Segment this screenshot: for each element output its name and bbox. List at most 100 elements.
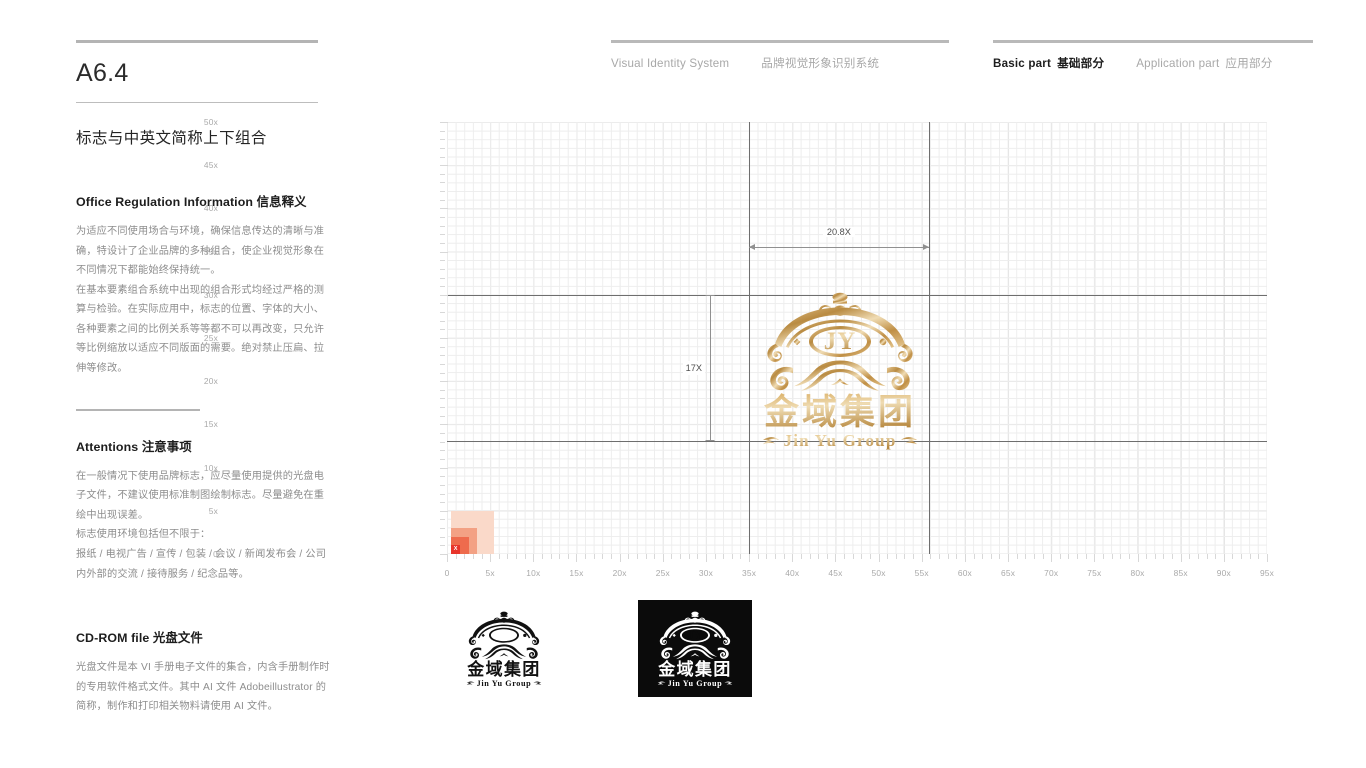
paragraph: 在一般情况下使用品牌标志，应尽量使用提供的光盘电子文件，不建议使用标准制图绘制标… [76, 470, 325, 521]
block-body: 光盘文件是本 VI 手册电子文件的集合，内含手册制作时的专用软件格式文件。其中 … [76, 658, 332, 717]
x-axis-tick [524, 554, 526, 559]
x-axis-tick-label: 90x [1216, 568, 1231, 578]
x-axis-tick [490, 554, 492, 562]
y-axis-tick [440, 363, 445, 365]
dimension-cap-bottom [705, 440, 715, 442]
logo-monogram: JY [688, 628, 703, 642]
y-axis-tick [440, 484, 445, 486]
y-axis-tick [440, 346, 445, 348]
logo-wordmark-en: Jin Yu Group [784, 431, 896, 450]
x-axis-tick-label: 0 [444, 568, 450, 578]
x-axis-tick [1206, 554, 1208, 559]
x-axis-tick [1042, 554, 1044, 559]
x-axis-tick [1033, 554, 1035, 559]
x-axis-tick [541, 554, 543, 559]
dimension-width-20-8x: 20.8X [749, 227, 929, 252]
y-axis-tick [440, 217, 445, 219]
x-axis-tick [1068, 554, 1070, 559]
x-axis-tick [956, 554, 958, 559]
x-axis-tick [913, 554, 915, 559]
y-axis-tick-label: 25x [203, 333, 218, 343]
x-axis-tick [680, 554, 682, 559]
paragraph: 光盘文件是本 VI 手册电子文件的集合，内含手册制作时的专用软件格式文件。其中 … [76, 662, 330, 713]
tab-basic-part-cn: 基础部分 [1057, 57, 1105, 70]
y-axis-tick [440, 208, 448, 210]
x-axis-tick [947, 554, 949, 559]
x-axis-tick [1180, 554, 1182, 562]
y-axis-tick [440, 147, 445, 149]
x-axis-tick [705, 554, 707, 562]
x-axis-tick [533, 554, 535, 562]
y-axis-tick [440, 502, 445, 504]
x-axis-tick-label: 60x [957, 568, 972, 578]
logo-wordmark-en: Jin Yu Group [477, 679, 532, 688]
logo-monogram: JY [824, 328, 857, 355]
x-axis-tick [775, 554, 776, 559]
x-axis-tick [826, 554, 828, 559]
logo-mono-reversed: 金域集团 Jin Yu Group JY [638, 600, 752, 697]
block-heading-cn: 光盘文件 [152, 631, 203, 646]
tab-application-part[interactable]: Application part 应用部分 [1136, 55, 1272, 71]
block-cdrom-file: CD-ROM file 光盘文件 光盘文件是本 VI 手册电子文件的集合，内含手… [76, 628, 332, 717]
vi-manual-page: A6.4 标志与中英文简称上下组合 Office Regulation Info… [0, 0, 1366, 768]
y-axis-tick [440, 312, 445, 314]
x-axis-tick [593, 554, 595, 559]
x-axis-tick [723, 554, 725, 559]
x-axis-tick [1120, 554, 1122, 559]
y-axis-tick [440, 355, 445, 357]
x-axis-tick [1249, 554, 1251, 559]
block-heading-cn: 注意事项 [141, 439, 192, 454]
x-axis-tick-label: 35x [742, 568, 757, 578]
dimension-arrow-left [749, 244, 756, 250]
nav-visual-identity-system-cn[interactable]: 品牌视觉形象识别系统 [761, 55, 879, 71]
dimension-line [749, 247, 929, 248]
x-axis-tick [636, 554, 638, 559]
y-axis-tick-label: 15x [203, 419, 218, 430]
x-axis-tick [1189, 554, 1191, 559]
y-axis-tick-label: 45x [203, 160, 218, 171]
page-code: A6.4 [76, 59, 129, 87]
y-axis-tick [440, 545, 445, 547]
x-axis-tick [1215, 554, 1217, 559]
x-axis-tick-label: 50x [871, 568, 886, 578]
y-axis-tick-label: 10x [203, 462, 218, 473]
x-axis-tick-label: 80x [1130, 568, 1145, 578]
y-axis-tick-label: 20x [203, 376, 218, 387]
x-axis-tick [904, 554, 906, 559]
x-axis-tick [1008, 554, 1010, 562]
y-axis-tick [440, 268, 445, 270]
x-axis-tick [818, 554, 820, 559]
y-axis-tick [440, 225, 445, 227]
x-axis-tick [447, 554, 448, 562]
x-axis-tick-label: 75x [1087, 568, 1102, 578]
x-axis-tick-label: 25x [655, 568, 670, 578]
logo-wordmark-cn: 金域集团 [763, 392, 913, 433]
x-axis-tick [1258, 554, 1260, 559]
x-axis-tick [930, 554, 932, 559]
tab-application-part-cn: 应用部分 [1225, 57, 1273, 70]
y-axis-tick [440, 329, 445, 331]
x-axis-tick [567, 554, 569, 559]
x-axis-tick [1016, 554, 1018, 559]
y-axis-tick [440, 441, 445, 443]
x-axis-tick [516, 554, 518, 559]
y-axis-tick [440, 191, 445, 193]
x-axis-tick-label: 15x [569, 568, 584, 578]
y-axis-tick [440, 398, 445, 400]
x-axis-tick [921, 554, 923, 562]
x-axis-tick [1094, 554, 1096, 562]
dimension-height-17x: 17X [682, 294, 715, 442]
x-axis-tick [783, 554, 785, 559]
y-axis-tick-label: 0 [213, 549, 218, 559]
x-axis-tick [861, 554, 863, 559]
logo-wordmark-cn: 金域集团 [466, 659, 541, 679]
nav-visual-identity-system[interactable]: Visual Identity System [611, 57, 729, 70]
tab-basic-part[interactable]: Basic part 基础部分 [993, 55, 1104, 71]
x-axis-tick [714, 554, 716, 559]
x-axis-tick [869, 554, 871, 559]
x-axis-tick [1172, 554, 1174, 559]
x-axis-tick [973, 554, 975, 559]
x-axis-tick [1197, 554, 1199, 559]
x-axis-tick [507, 554, 509, 559]
x-axis-tick [1154, 554, 1156, 559]
